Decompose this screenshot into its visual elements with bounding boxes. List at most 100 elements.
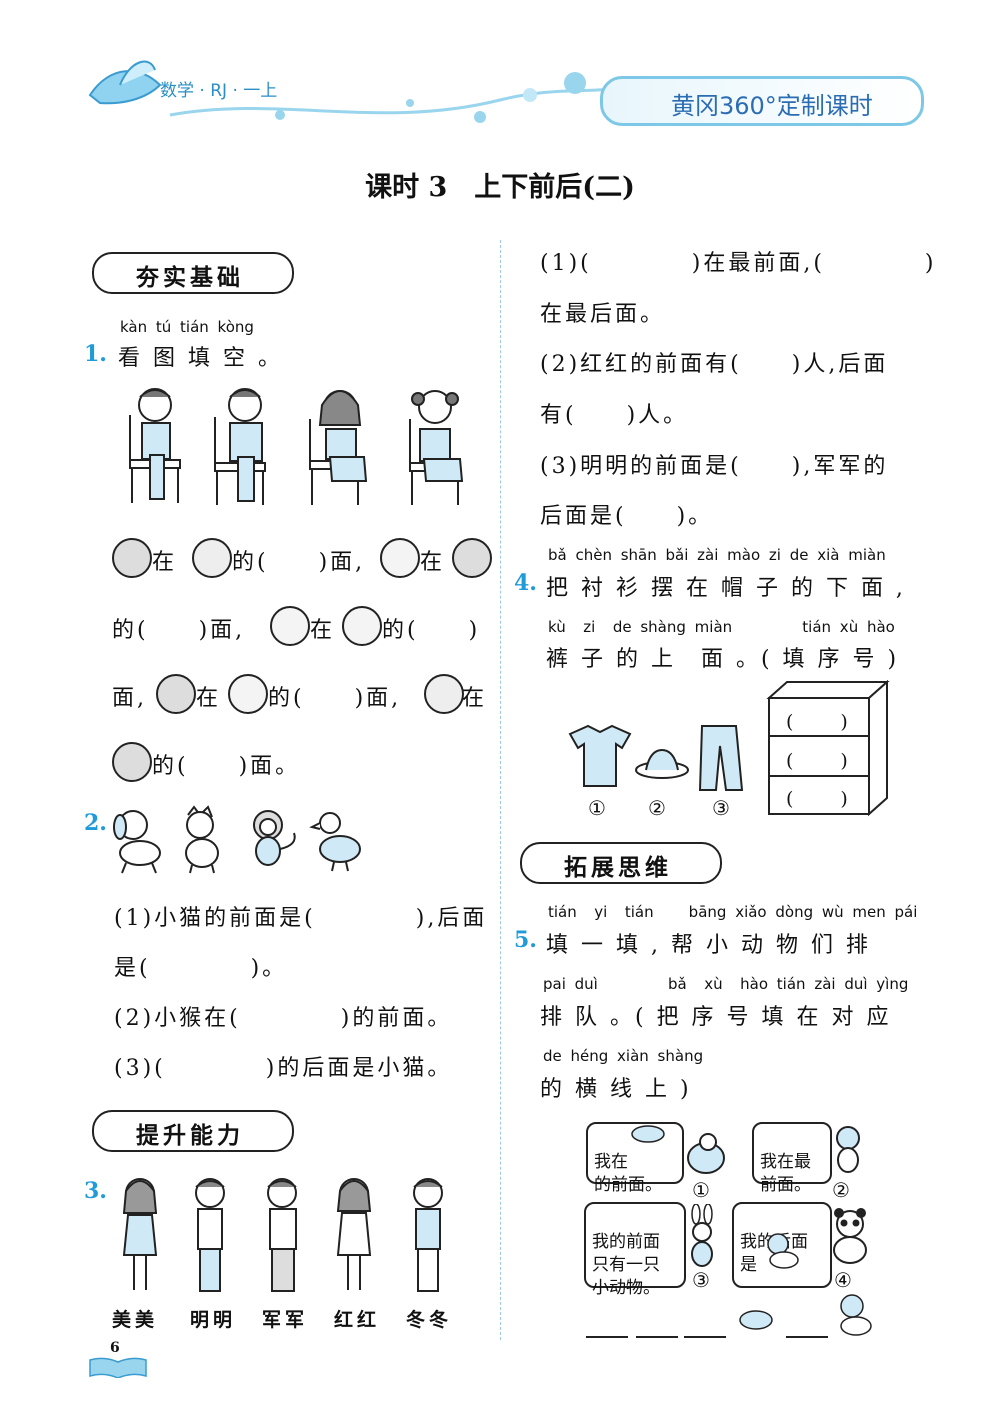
child-4 xyxy=(409,390,464,505)
bubble-3-text: 我的前面 只有一只 小动物。 xyxy=(592,1232,660,1298)
q3-sub3-b: 后面是( )。 xyxy=(540,504,714,529)
header: 数学 · RJ · 一上 黄冈360°定制课时 xyxy=(0,0,1000,140)
q2-number: 2. xyxy=(84,810,107,836)
q1-line-3-b: 在 xyxy=(196,686,222,711)
section-expand-banner: 拓展思维 xyxy=(520,842,722,884)
q1-line-1-a: 在 xyxy=(152,550,178,575)
page-number-badge: 6 xyxy=(88,1340,148,1380)
clothes-illustration xyxy=(568,724,744,791)
children-in-line-illustration xyxy=(122,1178,443,1292)
monkey-icon xyxy=(836,1126,860,1173)
q1-line-1: 在 的( )面, 在 xyxy=(112,538,492,578)
section-basic-label: 夯实基础 xyxy=(136,265,244,291)
name-honghong: 红红 xyxy=(334,1309,381,1331)
q4-pinyin-1: bǎ chèn shān bǎi zài mào zi de xià miàn xyxy=(548,546,886,564)
child-honghong xyxy=(336,1178,372,1290)
header-brand-badge: 黄冈360°定制课时 xyxy=(600,76,924,126)
answer-blank-1[interactable] xyxy=(586,1336,628,1338)
q1-number: 1. xyxy=(84,341,107,367)
q1-line-2-c: 的( ) xyxy=(382,618,481,643)
name-junjun: 军军 xyxy=(262,1309,309,1331)
q5-pinyin-3: de héng xiàn shàng xyxy=(543,1047,704,1065)
answer-blank-3[interactable] xyxy=(684,1336,726,1338)
q1-line-2: 的( )面, 在 的( ) xyxy=(112,606,492,646)
q2-sub3: (3)( )的后面是小猫。 xyxy=(114,1056,453,1081)
q1-line-3-c: 的( )面, xyxy=(268,686,402,711)
panda-icon xyxy=(833,1208,867,1264)
child-2 xyxy=(214,388,266,505)
q5-number: 5. xyxy=(514,927,537,953)
pants-icon xyxy=(698,725,744,791)
answer-blank-2[interactable] xyxy=(636,1336,678,1338)
header-subject: 数学 · RJ · 一上 xyxy=(160,81,278,101)
q1-line-1-b: 的( )面, xyxy=(232,550,366,575)
child-1 xyxy=(129,388,181,503)
q1-prompt: 看 图 填 空 。 xyxy=(118,346,283,371)
monkey-icon xyxy=(253,810,296,866)
chick-icon xyxy=(687,1133,725,1174)
q5-label-4: ④ xyxy=(834,1268,852,1292)
q3-sub2-a: (2)红红的前面有( )人,后面 xyxy=(540,352,889,377)
face-girl-icon xyxy=(112,742,152,782)
q2-sub1-b: 是( )。 xyxy=(114,956,288,981)
bird-icon xyxy=(631,1125,665,1143)
column-divider xyxy=(500,240,501,1340)
q3-sub2-b: 有( )人。 xyxy=(540,403,689,428)
q3-number: 3. xyxy=(84,1178,107,1204)
page-number: 6 xyxy=(110,1340,120,1356)
answer-blank-4[interactable] xyxy=(786,1336,828,1338)
q2-sub1-a: (1)小猫的前面是( ),后面 xyxy=(114,906,488,931)
q1-line-2-a: 的( )面, xyxy=(112,618,246,643)
q3-sub1-a: (1)( )在最前面,( ) xyxy=(540,251,937,276)
puppy-answer-icon xyxy=(840,1294,872,1336)
q5-label-2: ② xyxy=(832,1178,850,1202)
q5-text-1: 填 一 填 , 帮 小 动 物 们 排 xyxy=(546,933,871,958)
q5-text-2: 排 队 。( 把 序 号 填 在 对 应 xyxy=(540,1005,892,1030)
face-girl-icon xyxy=(452,538,492,578)
child-3 xyxy=(309,390,368,505)
hat-icon xyxy=(635,748,689,779)
section-basic-banner: 夯实基础 xyxy=(92,252,294,294)
face-girl-icon xyxy=(112,538,152,578)
q5-pinyin-2: pai duì bǎ xù hào tián zài duì yìng xyxy=(543,975,909,993)
q4-number: 4. xyxy=(514,570,537,596)
q1-pinyin: kàn tú tián kòng xyxy=(120,318,254,336)
face-boy-icon xyxy=(380,538,420,578)
q5-text-3: 的 横 线 上 ) xyxy=(540,1077,692,1102)
child-dongdong xyxy=(413,1178,443,1292)
q4-label-3: ③ xyxy=(712,796,730,820)
cat-icon xyxy=(185,805,219,874)
duck-icon xyxy=(309,812,361,872)
q1-line-3: 面, 在 的( )面, 在 xyxy=(112,674,492,714)
face-girl-icon xyxy=(156,674,196,714)
q3-sub1-b: 在最后面。 xyxy=(540,302,666,327)
shelf-slot-middle: ( ) xyxy=(786,750,851,772)
shelf-slot-bottom: ( ) xyxy=(786,788,851,810)
q1-line-4: 的( )面。 xyxy=(112,742,492,782)
bubble-2-text: 我在最 前面。 xyxy=(760,1152,811,1195)
face-boy-2-icon xyxy=(228,674,268,714)
section-expand-label: 拓展思维 xyxy=(564,855,672,881)
q5-label-1: ① xyxy=(692,1178,710,1202)
name-meimei: 美美 xyxy=(112,1309,159,1331)
q4-pinyin-2: kù zi de shàng miàn tián xù hào xyxy=(548,618,895,636)
q3-sub3-a: (3)明明的前面是( ),军军的 xyxy=(540,454,889,479)
rabbit-icon xyxy=(691,1204,713,1267)
q2-sub2: (2)小猴在( )的前面。 xyxy=(114,1006,453,1031)
shelf-slot-top: ( ) xyxy=(786,711,851,733)
name-mingming: 明明 xyxy=(190,1309,237,1331)
bird-answer-icon xyxy=(739,1310,773,1330)
q1-line-2-b: 在 xyxy=(310,618,336,643)
face-girl-pigtails-icon xyxy=(424,674,464,714)
q4-label-2: ② xyxy=(648,796,666,820)
q5-label-3: ③ xyxy=(692,1268,710,1292)
section-improve-banner: 提升能力 xyxy=(92,1110,294,1152)
child-junjun xyxy=(267,1178,297,1292)
face-boy-icon xyxy=(270,606,310,646)
bubble-1-text: 我在 的前面。 xyxy=(594,1152,662,1195)
q4-label-1: ① xyxy=(588,796,606,820)
section-improve-label: 提升能力 xyxy=(136,1123,244,1149)
header-brand: 黄冈360°定制课时 xyxy=(671,92,873,120)
q3-names: 美美 明明 军军 红红 冬冬 xyxy=(112,1305,472,1335)
animals-in-line-illustration xyxy=(113,805,361,874)
